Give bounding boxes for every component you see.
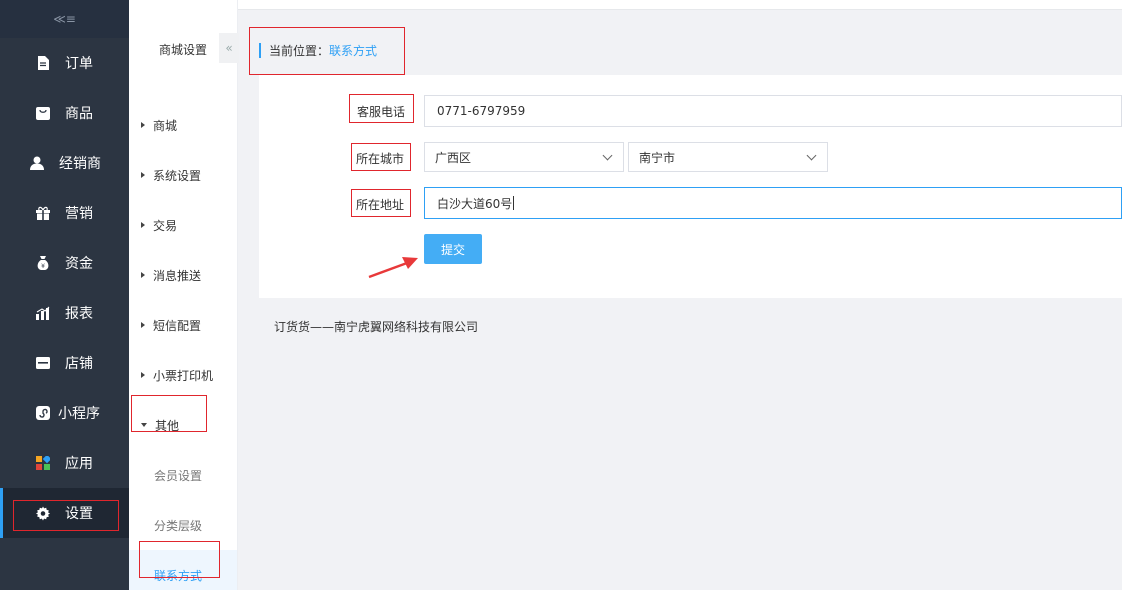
store-icon [36,356,50,370]
sidebar-item-dealers[interactable]: 经销商 [0,138,129,188]
gift-icon [36,206,50,220]
money-bag-icon: ¥ [36,256,50,270]
address-value: 白沙大道60号 [437,196,513,211]
sidebar-item-reports[interactable]: 报表 [0,288,129,338]
subnav-item-printer[interactable]: 小票打印机 [129,350,237,400]
city-value: 南宁市 [639,150,676,165]
sidebar-item-label: 设置 [65,506,93,522]
apps-icon [36,456,50,470]
sidebar-item-label: 经销商 [59,156,101,172]
annotation-arrow-icon [368,257,418,279]
menu-collapse-icon: ≪≡ [53,12,76,26]
subnav-item-push[interactable]: 消息推送 [129,250,237,300]
sidebar-item-marketing[interactable]: 营销 [0,188,129,238]
chevron-down-icon [806,150,817,161]
breadcrumb-marker [259,42,261,58]
user-icon [30,156,44,170]
bag-icon [36,106,50,120]
breadcrumb-prefix: 当前位置： [269,43,330,58]
document-icon [36,56,50,70]
subnav-item-system[interactable]: 系统设置 [129,150,237,200]
sidebar-item-label: 小程序 [58,406,100,422]
province-value: 广西区 [435,150,472,165]
footer-copyright: 订货货——南宁虎翼网络科技有限公司 [274,320,479,334]
sidebar-collapse-toggle[interactable]: ≪≡ [0,0,129,38]
miniprogram-icon [36,406,50,420]
sidebar-item-label: 商品 [65,106,93,122]
subnav-item-mall[interactable]: 商城 [129,100,237,150]
breadcrumb-current: 联系方式 [329,43,378,58]
caret-right-icon [141,272,145,278]
caret-right-icon [141,222,145,228]
double-chevron-left-icon: « [225,41,233,55]
sidebar-item-miniprogram[interactable]: 小程序 [0,388,129,438]
phone-label: 客服电话 [357,105,406,119]
subnav-item-label: 小票打印机 [153,368,214,383]
subnav-item-label: 其他 [155,418,180,433]
top-toolbar [238,0,1122,10]
sidebar-item-settings[interactable]: 设置 [0,488,129,538]
subnav-item-other[interactable]: 其他 [129,400,237,450]
subnav-child-member[interactable]: 会员设置 [129,450,237,500]
sidebar-item-label: 店铺 [65,356,93,372]
subnav-item-sms[interactable]: 短信配置 [129,300,237,350]
caret-down-icon [141,423,147,427]
subnav-item-label: 商城 [153,118,178,133]
subnav-item-label: 交易 [153,218,178,233]
subnav-item-label: 短信配置 [153,318,202,333]
chevron-down-icon [602,150,613,161]
city-label: 所在城市 [356,152,405,166]
sidebar-item-products[interactable]: 商品 [0,88,129,138]
submit-button[interactable]: 提交 [424,234,482,264]
subnav-fold-button[interactable]: « [219,33,239,63]
subnav-child-category[interactable]: 分类层级 [129,500,237,550]
city-select[interactable]: 南宁市 [628,142,828,172]
sidebar-item-funds[interactable]: ¥ 资金 [0,238,129,288]
sidebar-item-orders[interactable]: 订单 [0,38,129,88]
subnav-item-trade[interactable]: 交易 [129,200,237,250]
province-select[interactable]: 广西区 [424,142,624,172]
address-input[interactable]: 白沙大道60号 [424,187,1122,219]
caret-right-icon [141,322,145,328]
caret-right-icon [141,372,145,378]
address-label: 所在地址 [356,198,405,212]
subnav-item-label: 系统设置 [153,168,202,183]
caret-right-icon [141,172,145,178]
text-cursor [513,196,515,210]
gear-icon [36,506,50,520]
subnav-child-contact[interactable]: 联系方式 [129,550,237,590]
sidebar-item-label: 应用 [65,456,93,472]
breadcrumb: 当前位置： 联系方式 [259,40,377,60]
settings-subnav: 商城设置 商城 系统设置 交易 消息推送 短信配置 小票打印机 其他 会员设置 … [129,0,238,590]
sidebar-item-label: 报表 [65,306,93,322]
sidebar-item-label: 营销 [65,206,93,222]
svg-text:¥: ¥ [41,263,45,270]
sidebar-item-apps[interactable]: 应用 [0,438,129,488]
subnav-item-label: 消息推送 [153,268,202,283]
caret-right-icon [141,122,145,128]
sidebar-item-store[interactable]: 店铺 [0,338,129,388]
sidebar-item-label: 资金 [65,256,93,272]
sidebar-item-label: 订单 [65,56,93,72]
bar-chart-icon [36,306,50,320]
phone-input[interactable]: 0771-6797959 [424,95,1122,127]
main-sidebar: ≪≡ 订单 商品 经销商 营销 ¥ 资金 报表 店铺 小程序 应用 设置 [0,0,129,590]
